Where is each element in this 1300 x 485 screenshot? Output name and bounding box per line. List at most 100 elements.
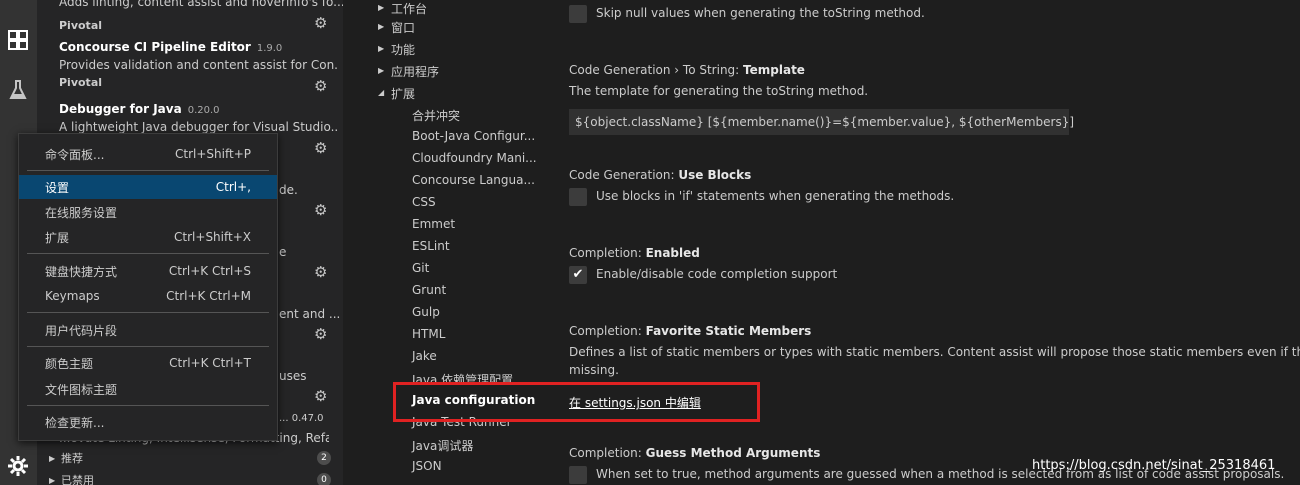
extension-publisher: Pivotal <box>59 19 103 32</box>
menu-item-extensions[interactable]: 扩展 Ctrl+Shift+X <box>19 225 277 249</box>
menu-item-keyboard-shortcuts[interactable]: 键盘快捷方式 Ctrl+K Ctrl+S <box>19 259 277 283</box>
menu-separator <box>27 346 269 347</box>
guess-args-checkbox[interactable] <box>569 466 587 484</box>
extension-settings-gear-icon[interactable]: ⚙ <box>314 78 330 94</box>
section-label: 已禁用 <box>61 474 94 485</box>
toc-item-java-dependency[interactable]: Java 依赖管理配置 <box>412 371 513 383</box>
extensions-icon[interactable] <box>6 28 30 52</box>
toc-item-cloudfoundry[interactable]: Cloudfoundry Mani... <box>412 151 537 165</box>
extension-item[interactable]: Pivotal <box>59 15 343 32</box>
toc-item-eslint[interactable]: ESLint <box>412 239 450 253</box>
menu-item-user-snippets[interactable]: 用户代码片段 <box>19 318 277 342</box>
extension-description: A lightweight Java debugger for Visual S… <box>59 120 337 134</box>
toc-item-emmet[interactable]: Emmet <box>412 217 455 231</box>
count-badge: 0 <box>317 473 331 485</box>
template-input[interactable]: ${object.className} [${member.name()}=${… <box>569 109 1074 135</box>
section-disabled[interactable]: ▶ 已禁用 0 <box>49 470 339 485</box>
toc-item-merge-conflict[interactable]: 合并冲突 <box>412 107 460 124</box>
toc-item-java-debugger[interactable]: Java调试器 <box>412 437 473 454</box>
extension-version: ... 0.47.0 <box>279 413 324 424</box>
skip-null-checkbox[interactable] <box>569 5 587 23</box>
setting-title: Completion: Enabled <box>569 246 700 260</box>
setting-label: Enable/disable code completion support <box>596 267 838 281</box>
menu-item-online-services-settings[interactable]: 在线服务设置 <box>19 200 277 224</box>
extension-description: e <box>279 245 287 259</box>
extension-description: Adds linting, content assist and hoverin… <box>59 0 343 9</box>
test-flask-icon[interactable] <box>6 78 30 102</box>
count-badge: 2 <box>317 451 331 465</box>
chevron-right-icon: ▶ <box>378 66 385 75</box>
edit-in-settings-json-link[interactable]: 在 settings.json 中编辑 <box>569 394 701 411</box>
extension-title: Debugger for Java <box>59 102 182 116</box>
setting-title: Code Generation: Use Blocks <box>569 168 752 182</box>
setting-label: Skip null values when generating the toS… <box>596 6 925 20</box>
extension-settings-gear-icon[interactable]: ⚙ <box>314 15 330 31</box>
menu-item-command-palette[interactable]: 命令面板... Ctrl+Shift+P <box>19 142 277 166</box>
toc-item-jake[interactable]: Jake <box>412 349 437 363</box>
extension-item[interactable]: Debugger for Java 0.20.0 A lightweight Ja… <box>59 102 343 134</box>
chevron-down-icon: ◢ <box>378 88 385 97</box>
extension-settings-gear-icon[interactable]: ⚙ <box>314 264 330 280</box>
toc-item-css[interactable]: CSS <box>412 195 436 209</box>
extension-item[interactable]: Concourse CI Pipeline Editor 1.9.0 Provid… <box>59 40 343 89</box>
setting-title: Completion: Guess Method Arguments <box>569 446 821 460</box>
extension-settings-gear-icon[interactable]: ⚙ <box>314 140 330 156</box>
toc-item-grunt[interactable]: Grunt <box>412 283 446 297</box>
chevron-right-icon: ▶ <box>378 3 385 12</box>
menu-item-check-updates[interactable]: 检查更新... <box>19 410 277 434</box>
extension-version: 1.9.0 <box>256 43 283 54</box>
watermark: https://blog.csdn.net/sinat_25318461 <box>1032 458 1276 473</box>
extension-description: uses <box>279 369 307 383</box>
chevron-right-icon: ▶ <box>49 453 56 463</box>
settings-toc: ▶ 工作台 ▶ 窗口 ▶ 功能 ▶ 应用程序 ◢ 扩展 合并冲突 Boot-Java Co… <box>343 0 548 485</box>
toc-item-boot-java[interactable]: Boot-Java Configur... <box>412 129 535 143</box>
toc-item-java-configuration[interactable]: Java configuration <box>412 393 535 407</box>
toc-item-html[interactable]: HTML <box>412 327 445 341</box>
setting-title: Completion: Favorite Static Members <box>569 324 812 338</box>
toc-item-java-test-runner[interactable]: Java Test Runner <box>412 415 512 429</box>
setting-label: Use blocks in 'if' statements when gener… <box>596 189 955 203</box>
toc-item-features[interactable]: ▶ 功能 <box>378 41 415 58</box>
section-label: 推荐 <box>61 452 83 465</box>
setting-description: missing. <box>569 363 619 377</box>
extension-description: ent and ... <box>279 307 341 321</box>
toc-item-workbench[interactable]: ▶ 工作台 <box>378 0 427 17</box>
extension-settings-gear-icon[interactable]: ⚙ <box>314 202 330 218</box>
toc-item-application[interactable]: ▶ 应用程序 <box>378 63 439 80</box>
extension-settings-gear-icon[interactable]: ⚙ <box>314 326 330 342</box>
chevron-right-icon: ▶ <box>378 44 385 53</box>
completion-enabled-checkbox[interactable]: ✔ <box>569 266 587 284</box>
menu-item-keymaps[interactable]: Keymaps Ctrl+K Ctrl+M <box>19 284 277 308</box>
menu-item-settings[interactable]: 设置 Ctrl+, <box>19 175 277 199</box>
extension-title: Concourse CI Pipeline Editor <box>59 40 251 54</box>
extension-description: de. <box>279 183 298 197</box>
menu-item-file-icon-theme[interactable]: 文件图标主题 <box>19 377 277 401</box>
setting-description: Defines a list of static members or type… <box>569 345 1300 359</box>
vscode-window: Adds linting, content assist and hoverin… <box>0 0 1300 485</box>
menu-separator <box>27 312 269 313</box>
toc-item-gulp[interactable]: Gulp <box>412 305 440 319</box>
manage-context-menu: 命令面板... Ctrl+Shift+P 设置 Ctrl+, 在线服务设置 扩展 Ct… <box>18 133 278 441</box>
toc-item-concourse[interactable]: Concourse Langua... <box>412 173 535 187</box>
extension-version: 0.20.0 <box>187 105 220 116</box>
toc-item-extensions[interactable]: ◢ 扩展 <box>378 85 415 102</box>
menu-separator <box>27 405 269 406</box>
extension-settings-gear-icon[interactable]: ⚙ <box>314 388 330 404</box>
chevron-right-icon: ▶ <box>49 475 56 485</box>
setting-title: Code Generation › To String: Template <box>569 63 805 77</box>
checkmark-icon: ✔ <box>572 267 584 282</box>
manage-gear-icon[interactable] <box>6 454 30 478</box>
menu-separator <box>27 170 269 171</box>
settings-editor: Skip null values when generating the toS… <box>548 0 1300 485</box>
toc-item-git[interactable]: Git <box>412 261 429 275</box>
use-blocks-checkbox[interactable] <box>569 188 587 206</box>
menu-separator <box>27 253 269 254</box>
toc-item-window[interactable]: ▶ 窗口 <box>378 19 415 36</box>
extension-publisher: Pivotal <box>59 76 103 89</box>
menu-item-color-theme[interactable]: 颜色主题 Ctrl+K Ctrl+T <box>19 351 277 375</box>
section-recommended[interactable]: ▶ 推荐 2 <box>49 448 339 468</box>
extension-description: Provides validation and content assist f… <box>59 58 337 72</box>
setting-description: The template for generating the toString… <box>569 84 869 98</box>
toc-item-json[interactable]: JSON <box>412 459 442 473</box>
chevron-right-icon: ▶ <box>378 22 385 31</box>
